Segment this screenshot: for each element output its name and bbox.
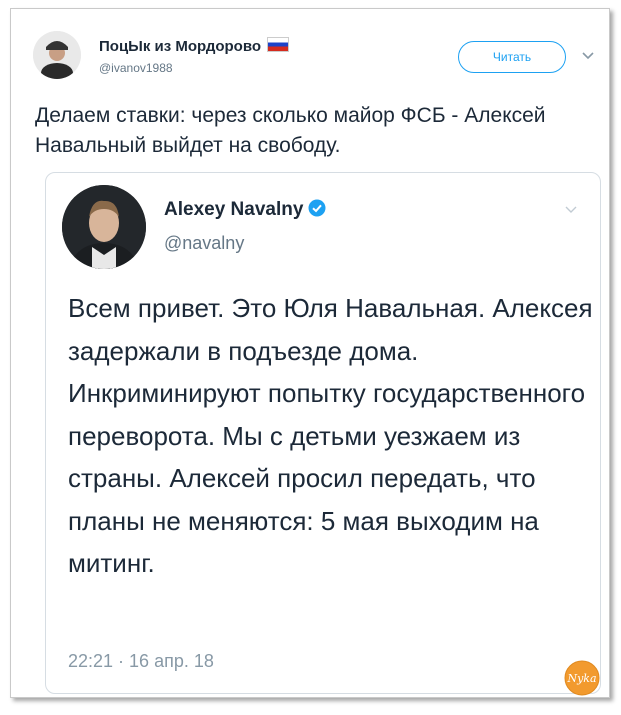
chevron-down-icon[interactable] xyxy=(564,203,578,217)
author-name-text: ПоцЫк из Мордорово xyxy=(99,38,262,55)
author-name[interactable]: ПоцЫк из Мордорово xyxy=(99,37,290,55)
avatar-image xyxy=(33,31,81,79)
quoted-author-name[interactable]: Alexey Navalny xyxy=(164,199,326,221)
verified-badge-icon xyxy=(308,199,326,217)
quoted-author-name-text: Alexey Navalny xyxy=(164,199,304,220)
quoted-author-avatar[interactable] xyxy=(62,185,146,269)
quoted-tweet[interactable]: Alexey Navalny @navalny Всем привет. Это… xyxy=(45,172,601,694)
russia-flag-icon xyxy=(267,37,290,52)
chevron-down-icon[interactable] xyxy=(581,49,595,63)
quoted-author-handle[interactable]: @navalny xyxy=(164,233,244,254)
quoted-tweet-text: Всем привет. Это Юля Навальная. Алексея … xyxy=(68,293,593,578)
avatar-image xyxy=(62,185,146,269)
watermark-logo: Nyka xyxy=(564,660,600,696)
tweet-text: Делаем ставки: через сколько майор ФСБ -… xyxy=(35,104,546,157)
watermark-text: Nyka xyxy=(566,672,596,685)
quoted-tweet-timestamp[interactable]: 22:21 · 16 апр. 18 xyxy=(68,651,214,672)
author-avatar[interactable] xyxy=(33,31,81,79)
author-handle[interactable]: @ivanov1988 xyxy=(99,61,173,75)
tweet-card: ПоцЫк из Мордорово @ivanov1988 Читать Де… xyxy=(10,8,610,698)
follow-button[interactable]: Читать xyxy=(458,41,566,73)
